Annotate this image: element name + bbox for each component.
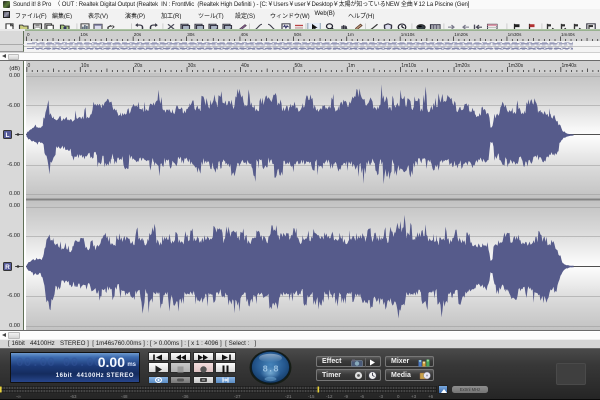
svg-text:1m30s: 1m30s <box>508 63 524 69</box>
svg-text:1m30s: 1m30s <box>508 32 522 37</box>
svg-text:30s: 30s <box>187 63 196 69</box>
svg-text:0: 0 <box>27 63 30 69</box>
svg-text:1m: 1m <box>347 63 354 69</box>
svg-text:1m20s: 1m20s <box>454 32 468 37</box>
svg-text:1m: 1m <box>347 32 354 37</box>
svg-text:1m10s: 1m10s <box>401 63 417 69</box>
svg-text:10s: 10s <box>80 32 88 37</box>
svg-text:20s: 20s <box>134 63 143 69</box>
svg-text:50s: 50s <box>294 63 303 69</box>
svg-text:10s: 10s <box>80 63 89 69</box>
svg-text:8.8: 8.8 <box>263 364 279 374</box>
svg-text:1m40s: 1m40s <box>561 32 575 37</box>
svg-text:40s: 40s <box>241 32 249 37</box>
svg-text:1m10s: 1m10s <box>401 32 415 37</box>
svg-text:20s: 20s <box>134 32 142 37</box>
svg-text:30s: 30s <box>187 32 195 37</box>
svg-text:1m20s: 1m20s <box>454 63 470 69</box>
svg-text:0: 0 <box>27 32 30 37</box>
svg-text:50s: 50s <box>294 32 302 37</box>
svg-text:40s: 40s <box>241 63 250 69</box>
svg-text:1m40s: 1m40s <box>561 63 577 69</box>
